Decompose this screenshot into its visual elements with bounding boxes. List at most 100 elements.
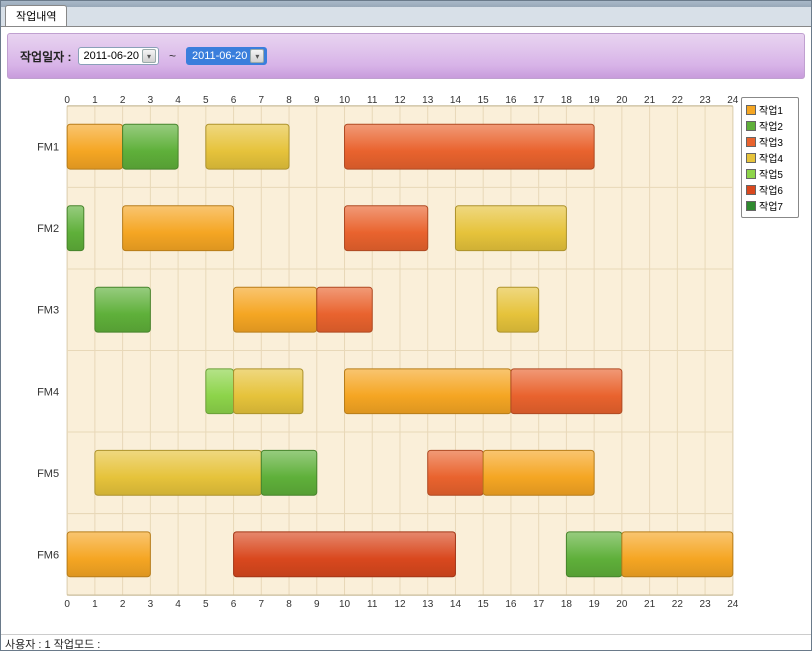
status-user-label: 사용자 : <box>5 639 45 651</box>
gantt-bar[interactable] <box>317 287 372 332</box>
svg-text:22: 22 <box>672 599 684 610</box>
tab-strip: 작업내역 <box>1 7 811 27</box>
gantt-bar[interactable] <box>497 287 539 332</box>
svg-text:20: 20 <box>616 95 628 106</box>
svg-text:10: 10 <box>339 95 351 106</box>
legend-item: 작업6 <box>746 182 794 197</box>
gantt-bar[interactable] <box>455 206 566 251</box>
legend-item: 작업3 <box>746 134 794 149</box>
svg-text:3: 3 <box>148 599 154 610</box>
filter-bar: 작업일자 : 2011-06-20 ▾ ~ 2011-06-20 ▾ <box>7 33 805 79</box>
gantt-bar[interactable] <box>345 206 428 251</box>
svg-text:19: 19 <box>589 599 601 610</box>
legend-swatch <box>746 153 756 163</box>
legend-item: 작업2 <box>746 118 794 133</box>
svg-text:2: 2 <box>120 599 126 610</box>
svg-text:FM5: FM5 <box>37 468 59 480</box>
date-to-input[interactable]: 2011-06-20 ▾ <box>186 47 267 65</box>
svg-text:20: 20 <box>616 599 628 610</box>
svg-text:17: 17 <box>533 95 545 106</box>
svg-text:4: 4 <box>175 599 181 610</box>
legend-label: 작업1 <box>759 102 783 117</box>
legend-label: 작업2 <box>759 118 783 133</box>
gantt-bar[interactable] <box>622 532 733 577</box>
status-mode-label: 작업모드 : <box>54 639 101 651</box>
date-from-input[interactable]: 2011-06-20 ▾ <box>78 47 159 65</box>
gantt-bar[interactable] <box>95 287 150 332</box>
svg-text:15: 15 <box>478 95 490 106</box>
svg-text:13: 13 <box>422 599 434 610</box>
gantt-bar[interactable] <box>123 124 178 169</box>
status-user-value: 1 <box>45 639 54 651</box>
svg-text:15: 15 <box>478 599 490 610</box>
date-range-separator: ~ <box>169 49 176 63</box>
svg-text:9: 9 <box>314 599 320 610</box>
svg-text:7: 7 <box>259 599 265 610</box>
svg-text:11: 11 <box>367 95 378 106</box>
filter-date-label: 작업일자 : <box>20 48 72 65</box>
tab-label: 작업내역 <box>16 11 56 23</box>
svg-text:11: 11 <box>367 599 378 610</box>
svg-text:FM1: FM1 <box>37 142 59 154</box>
svg-text:2: 2 <box>120 95 126 106</box>
svg-text:FM3: FM3 <box>37 305 59 317</box>
legend-label: 작업4 <box>759 150 783 165</box>
chart-container: 0011223344556677889910101111121213131414… <box>7 79 805 628</box>
gantt-bar[interactable] <box>234 369 303 414</box>
gantt-bar[interactable] <box>261 450 316 495</box>
svg-text:4: 4 <box>175 95 181 106</box>
svg-text:7: 7 <box>259 95 265 106</box>
gantt-bar[interactable] <box>234 287 317 332</box>
svg-text:6: 6 <box>231 599 237 610</box>
chevron-down-icon[interactable]: ▾ <box>250 49 264 63</box>
legend-item: 작업1 <box>746 102 794 117</box>
svg-text:0: 0 <box>64 95 70 106</box>
gantt-bar[interactable] <box>234 532 456 577</box>
svg-text:12: 12 <box>394 95 406 106</box>
svg-text:18: 18 <box>561 599 573 610</box>
gantt-bar[interactable] <box>123 206 234 251</box>
legend-swatch <box>746 169 756 179</box>
legend-label: 작업7 <box>759 198 783 213</box>
legend-item: 작업5 <box>746 166 794 181</box>
svg-text:6: 6 <box>231 95 237 106</box>
svg-text:14: 14 <box>450 95 462 106</box>
tab-work-history[interactable]: 작업내역 <box>5 5 67 26</box>
date-from-value: 2011-06-20 <box>84 50 139 62</box>
svg-text:16: 16 <box>505 95 517 106</box>
legend-swatch <box>746 185 756 195</box>
svg-text:18: 18 <box>561 95 573 106</box>
svg-text:21: 21 <box>644 599 656 610</box>
gantt-bar[interactable] <box>566 532 621 577</box>
svg-text:12: 12 <box>394 599 406 610</box>
gantt-bar[interactable] <box>67 124 122 169</box>
date-to-value: 2011-06-20 <box>192 50 247 62</box>
gantt-bar[interactable] <box>67 532 150 577</box>
gantt-bar[interactable] <box>95 450 261 495</box>
svg-text:24: 24 <box>727 599 739 610</box>
gantt-bar[interactable] <box>428 450 483 495</box>
chevron-down-icon[interactable]: ▾ <box>142 49 156 63</box>
svg-text:24: 24 <box>727 95 739 106</box>
svg-text:FM6: FM6 <box>37 549 59 561</box>
gantt-bar[interactable] <box>345 124 595 169</box>
legend-label: 작업5 <box>759 166 783 181</box>
svg-text:19: 19 <box>589 95 601 106</box>
legend-item: 작업4 <box>746 150 794 165</box>
gantt-bar[interactable] <box>345 369 511 414</box>
gantt-bar[interactable] <box>206 124 289 169</box>
svg-text:1: 1 <box>92 95 98 106</box>
legend-swatch <box>746 121 756 131</box>
status-bar: 사용자 : 1 작업모드 : <box>1 634 811 650</box>
gantt-bar[interactable] <box>483 450 594 495</box>
gantt-bar[interactable] <box>67 206 84 251</box>
svg-text:3: 3 <box>148 95 154 106</box>
svg-text:0: 0 <box>64 599 70 610</box>
legend-swatch <box>746 201 756 211</box>
svg-text:10: 10 <box>339 599 351 610</box>
gantt-bar[interactable] <box>511 369 622 414</box>
legend-label: 작업3 <box>759 134 783 149</box>
chart-legend: 작업1작업2작업3작업4작업5작업6작업7 <box>741 97 799 218</box>
svg-text:23: 23 <box>700 599 712 610</box>
gantt-bar[interactable] <box>206 369 234 414</box>
